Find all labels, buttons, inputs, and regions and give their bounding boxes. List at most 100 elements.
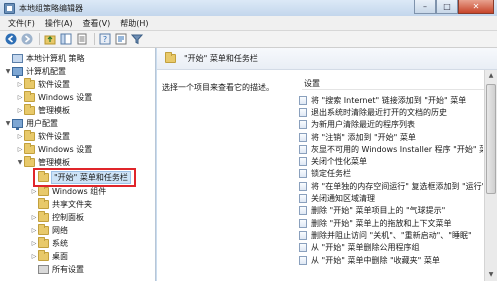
expand-arrow-icon[interactable]: ▷: [30, 240, 38, 247]
list-item[interactable]: 关闭个性化菜单: [299, 155, 483, 167]
tree-item-system[interactable]: ▷ 系统: [30, 237, 68, 250]
folder-icon: [165, 52, 176, 63]
tree-item-shared-folders[interactable]: 共享文件夹: [30, 198, 92, 211]
tree-item-windows-settings[interactable]: ▷ Windows 设置: [16, 143, 92, 156]
folder-icon: [24, 143, 35, 154]
title-bar: 本地组策略编辑器 – □ ✕: [0, 0, 497, 16]
settings-icon: [38, 265, 49, 274]
app-icon: [4, 2, 15, 14]
properties-icon[interactable]: [114, 33, 128, 46]
folder-icon: [24, 130, 35, 141]
tree-item-label: 软件设置: [38, 80, 70, 89]
folder-icon: [24, 156, 35, 167]
scroll-down-arrow-icon[interactable]: ▼: [485, 269, 497, 281]
filter-icon[interactable]: [130, 33, 144, 46]
policy-setting-icon: [299, 181, 307, 191]
column-header-setting[interactable]: 设置: [302, 78, 497, 90]
tree-item-user-config[interactable]: ▼ 用户配置: [4, 117, 58, 130]
list-item[interactable]: 删除 "开始" 菜单项目上的 "气球提示": [299, 205, 483, 217]
tree-item-label: 系统: [52, 239, 68, 248]
setting-label: 删除并阻止访问 "关机"、"重新启动"、"睡眠": [311, 230, 472, 240]
policy-setting-icon: [299, 132, 307, 142]
setting-label: 删除 "开始" 菜单上的拖放和上下文菜单: [311, 218, 452, 228]
folder-icon: [38, 211, 49, 222]
collapse-arrow-icon[interactable]: ▼: [4, 68, 12, 75]
expand-arrow-icon[interactable]: ▷: [16, 146, 24, 153]
list-item[interactable]: 灰显不可用的 Windows Installer 程序 "开始" 菜单: [299, 143, 483, 155]
expand-arrow-icon[interactable]: ▷: [16, 81, 24, 88]
policy-setting-icon: [299, 194, 307, 204]
expand-arrow-icon[interactable]: ▷: [30, 214, 38, 221]
list-item[interactable]: 关闭通知区域清理: [299, 192, 483, 204]
policy-setting-icon: [299, 95, 307, 105]
list-item[interactable]: 将 "在单独的内存空间运行" 复选框添加到 "运行": [299, 180, 483, 192]
list-item[interactable]: 从 "开始" 菜单删除公用程序组: [299, 242, 483, 254]
folder-icon: [38, 237, 49, 248]
list-item[interactable]: 删除 "开始" 菜单上的拖放和上下文菜单: [299, 217, 483, 229]
computer-icon: [12, 67, 23, 78]
list-item[interactable]: 退出系统时清除最近打开的文档的历史: [299, 106, 483, 118]
expand-arrow-icon[interactable]: ▷: [16, 107, 24, 114]
expand-arrow-icon[interactable]: ▷: [30, 253, 38, 260]
folder-icon: [38, 198, 49, 209]
policy-setting-icon: [299, 218, 307, 228]
show-hide-tree-icon[interactable]: [59, 33, 73, 46]
menu-bar: 文件(F) 操作(A) 查看(V) 帮助(H): [0, 16, 497, 31]
detail-pane: "开始" 菜单和任务栏 选择一个项目来查看它的描述。 设置 将 "搜索 Inte…: [157, 48, 497, 281]
menu-action[interactable]: 操作(A): [40, 18, 78, 29]
list-item[interactable]: 删除并阻止访问 "关机"、"重新启动"、"睡眠": [299, 229, 483, 241]
tree-item-admin-templates[interactable]: ▷ 管理模板: [16, 104, 70, 117]
up-folder-icon[interactable]: [43, 33, 57, 46]
setting-label: 为新用户清除最近的程序列表: [311, 120, 415, 130]
detail-title: "开始" 菜单和任务栏: [184, 54, 258, 63]
setting-label: 从 "开始" 菜单中删除 "收藏夹" 菜单: [311, 255, 440, 265]
menu-file[interactable]: 文件(F): [3, 18, 40, 29]
tree-item-software-settings[interactable]: ▷ 软件设置: [16, 78, 70, 91]
close-button[interactable]: ✕: [458, 0, 494, 14]
tree-pane: 本地计算机 策略 ▼ 计算机配置 ▷ 软件设置 ▷ Windows 设置 ▷ 管…: [0, 48, 156, 281]
list-item[interactable]: 锁定任务栏: [299, 168, 483, 180]
expand-arrow-icon[interactable]: ▷: [30, 188, 38, 195]
scroll-thumb[interactable]: [486, 84, 496, 194]
description-text: 选择一个项目来查看它的描述。: [162, 83, 274, 92]
tree-item-label: 软件设置: [38, 132, 70, 141]
policy-setting-icon: [299, 230, 307, 240]
tree-item-software-settings[interactable]: ▷ 软件设置: [16, 130, 70, 143]
export-list-icon[interactable]: [75, 33, 89, 46]
collapse-arrow-icon[interactable]: ▼: [16, 159, 24, 166]
maximize-button[interactable]: □: [436, 0, 458, 14]
window-controls: – □ ✕: [414, 0, 494, 14]
list-item[interactable]: 为新用户清除最近的程序列表: [299, 119, 483, 131]
menu-help[interactable]: 帮助(H): [115, 18, 153, 29]
list-item[interactable]: 从 "开始" 菜单中删除 "收藏夹" 菜单: [299, 254, 483, 266]
help-icon[interactable]: ?: [98, 33, 112, 46]
tree-item-windows-settings[interactable]: ▷ Windows 设置: [16, 91, 92, 104]
setting-label: 关闭通知区域清理: [311, 194, 375, 204]
tree-item-computer-config[interactable]: ▼ 计算机配置: [4, 65, 66, 78]
list-item[interactable]: 将 "注销" 添加到 "开始" 菜单: [299, 131, 483, 143]
vertical-scrollbar[interactable]: ▲ ▼: [484, 70, 497, 281]
expand-arrow-icon[interactable]: ▷: [30, 227, 38, 234]
expand-arrow-icon[interactable]: ▷: [16, 133, 24, 140]
policy-setting-icon: [299, 144, 307, 154]
minimize-button[interactable]: –: [414, 0, 436, 14]
tree-item-network[interactable]: ▷ 网络: [30, 224, 68, 237]
tree-item-label: 网络: [52, 226, 68, 235]
tree-item-desktop[interactable]: ▷ 桌面: [30, 250, 68, 263]
list-item[interactable]: 将 "搜索 Internet" 链接添加到 "开始" 菜单: [299, 94, 483, 106]
setting-label: 将 "搜索 Internet" 链接添加到 "开始" 菜单: [311, 95, 467, 105]
back-icon[interactable]: [4, 33, 18, 46]
tree-item-local-computer-policy[interactable]: 本地计算机 策略: [4, 52, 85, 65]
tree-item-all-settings[interactable]: 所有设置: [30, 263, 84, 276]
collapse-arrow-icon[interactable]: ▼: [4, 120, 12, 127]
tree-item-label: Windows 组件: [52, 187, 107, 196]
setting-label: 锁定任务栏: [311, 169, 351, 179]
forward-icon[interactable]: [20, 33, 34, 46]
expand-arrow-icon[interactable]: ▷: [16, 94, 24, 101]
setting-label: 退出系统时清除最近打开的文档的历史: [311, 107, 447, 117]
menu-view[interactable]: 查看(V): [78, 18, 116, 29]
policy-setting-icon: [299, 255, 307, 265]
tree-item-control-panel[interactable]: ▷ 控制面板: [30, 211, 84, 224]
toolbar-separator: [39, 33, 40, 45]
scroll-up-arrow-icon[interactable]: ▲: [485, 70, 497, 82]
